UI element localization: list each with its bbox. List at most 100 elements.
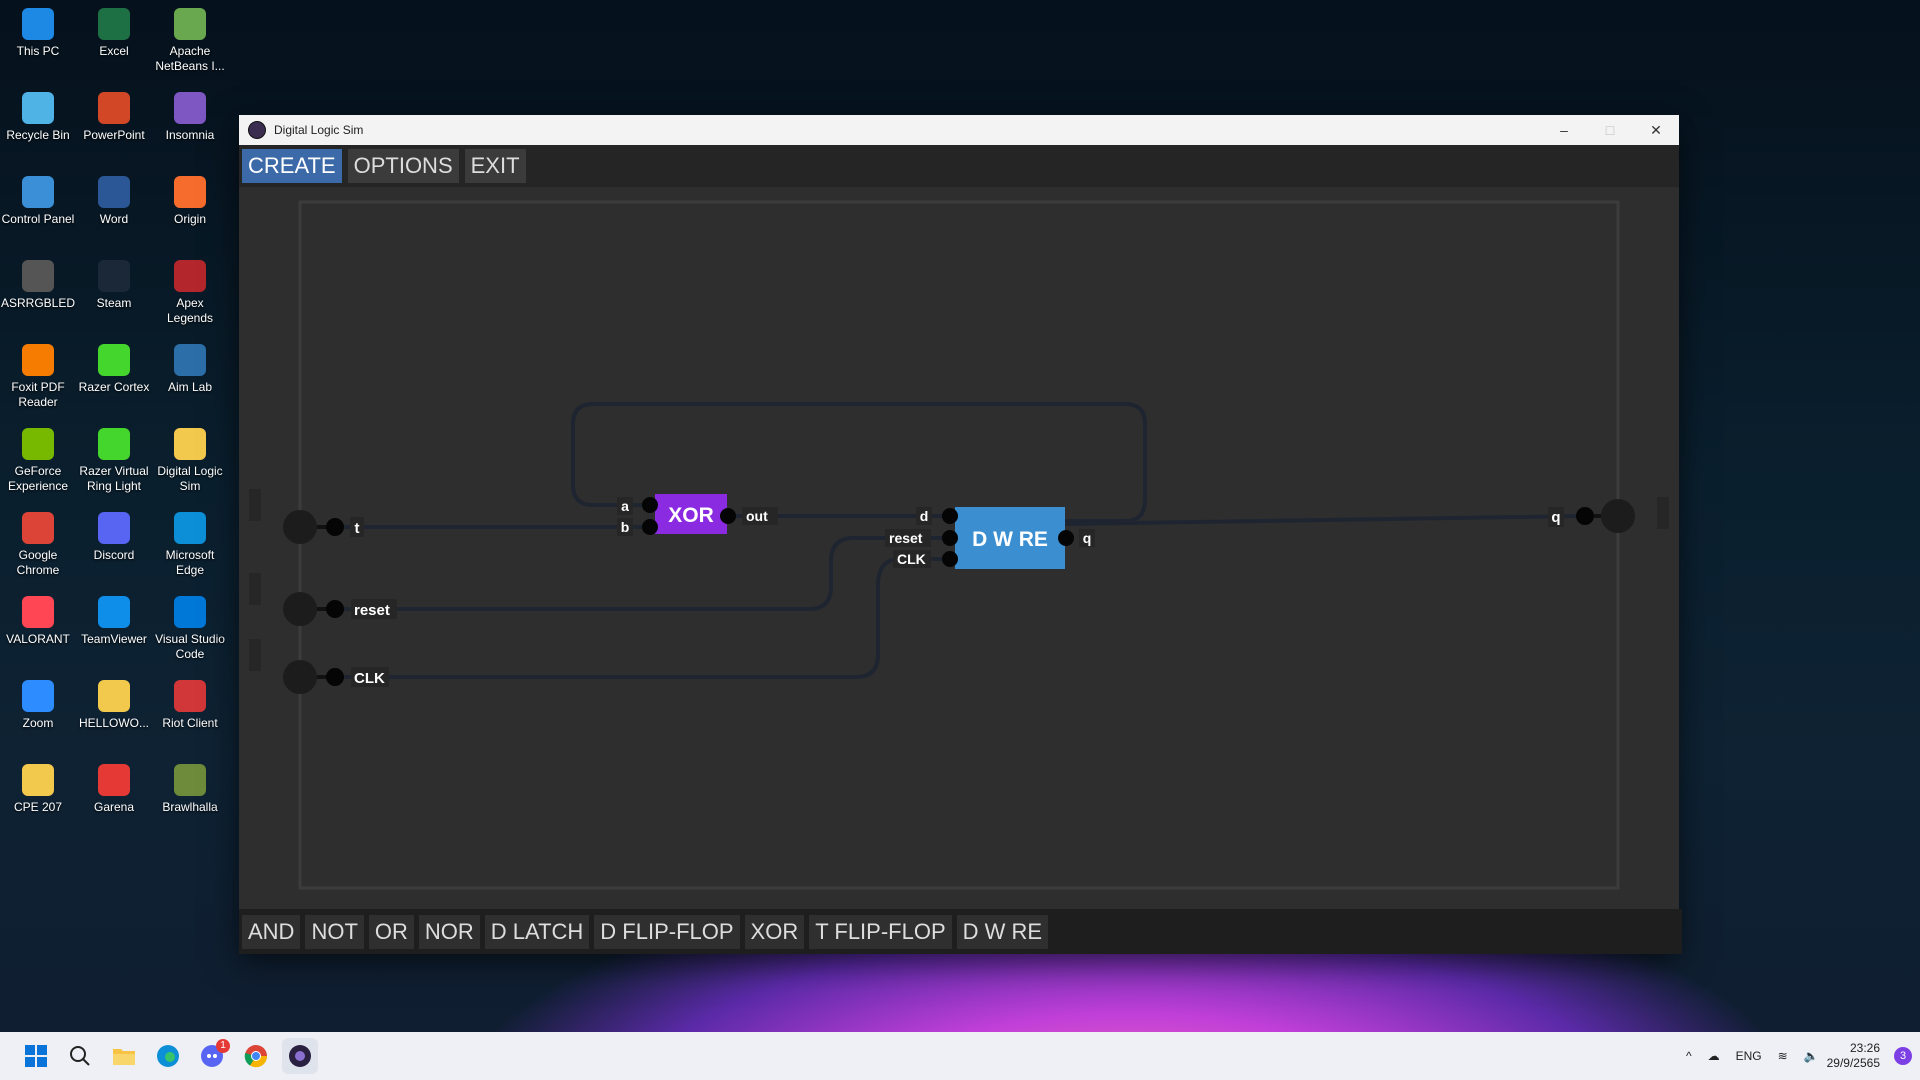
desktop-icon-valorant[interactable]: VALORANT: [0, 592, 76, 647]
create-button[interactable]: CREATE: [242, 149, 342, 183]
desktop-icon-asrrgbled[interactable]: ASRRGBLED: [0, 256, 76, 311]
desktop-icon-this-pc[interactable]: This PC: [0, 4, 76, 59]
desktop-icon-visual-studio-code[interactable]: Visual Studio Code: [152, 592, 228, 662]
app-icon: [98, 512, 130, 544]
app-icon: [22, 260, 54, 292]
close-button[interactable]: ✕: [1633, 115, 1679, 145]
desktop-icon-foxit-pdf-reader[interactable]: Foxit PDF Reader: [0, 340, 76, 410]
xor-pin-out[interactable]: [720, 508, 736, 524]
desktop-icon-control-panel[interactable]: Control Panel: [0, 172, 76, 227]
desktop-icon-label: VALORANT: [6, 632, 70, 646]
desktop-icon-discord[interactable]: Discord: [76, 508, 152, 563]
xor-pin-a[interactable]: [642, 497, 658, 513]
desktop-icon-google-chrome[interactable]: Google Chrome: [0, 508, 76, 578]
maximize-button[interactable]: □: [1587, 115, 1633, 145]
edge-button[interactable]: [150, 1038, 186, 1074]
desktop-icon-powerpoint[interactable]: PowerPoint: [76, 88, 152, 143]
search-button[interactable]: [62, 1038, 98, 1074]
desktop-icon-recycle-bin[interactable]: Recycle Bin: [0, 88, 76, 143]
notification-badge[interactable]: 3: [1894, 1047, 1912, 1065]
chip-button-not[interactable]: NOT: [305, 914, 364, 949]
output-rail-handle[interactable]: [1657, 497, 1669, 529]
desktop-icon-label: PowerPoint: [83, 128, 145, 142]
output-pin-q[interactable]: [1576, 507, 1594, 525]
input-pin-reset[interactable]: [326, 600, 344, 618]
desktop-icon-steam[interactable]: Steam: [76, 256, 152, 311]
taskbar: 1 ^ ☁ ENG ≋ 🔈 23:26 29/9/2565 3: [0, 1032, 1920, 1080]
desktop-icon-teamviewer[interactable]: TeamViewer: [76, 592, 152, 647]
desktop-icon-cpe-207[interactable]: CPE 207: [0, 760, 76, 815]
app-icon: [98, 344, 130, 376]
dwre-pin-reset[interactable]: [942, 530, 958, 546]
desktop-icon-riot-client[interactable]: Riot Client: [152, 676, 228, 731]
desktop-icon-zoom[interactable]: Zoom: [0, 676, 76, 731]
desktop-icon-origin[interactable]: Origin: [152, 172, 228, 227]
start-button[interactable]: [18, 1038, 54, 1074]
exit-button[interactable]: EXIT: [464, 149, 526, 183]
discord-button[interactable]: 1: [194, 1038, 230, 1074]
circuit-stage[interactable]: t reset CLK q XOR a b out D W RE d reset…: [239, 187, 1679, 909]
input-toggle-clk[interactable]: [283, 660, 317, 694]
desktop-icon-label: Razer Cortex: [78, 380, 150, 394]
xor-pin-b[interactable]: [642, 519, 658, 535]
desktop-icon-microsoft-edge[interactable]: Microsoft Edge: [152, 508, 228, 578]
input-clk[interactable]: CLK: [283, 660, 389, 694]
desktop-icon-brawlhalla[interactable]: Brawlhalla: [152, 760, 228, 815]
system-tray: ^ ☁ ENG ≋ 🔈 23:26 29/9/2565 3: [1678, 1032, 1920, 1080]
input-t[interactable]: t: [283, 510, 364, 544]
desktop-icon-razer-cortex[interactable]: Razer Cortex: [76, 340, 152, 395]
desktop-icon-insomnia[interactable]: Insomnia: [152, 88, 228, 143]
desktop-icon-garena[interactable]: Garena: [76, 760, 152, 815]
volume-icon[interactable]: 🔈: [1804, 1049, 1819, 1063]
app-icon: [174, 92, 206, 124]
desktop-icon-excel[interactable]: Excel: [76, 4, 152, 59]
desktop-icon-hellowo[interactable]: HELLOWO...: [76, 676, 152, 731]
chevron-up-icon[interactable]: ^: [1686, 1049, 1692, 1063]
input-pin-clk[interactable]: [326, 668, 344, 686]
dwre-pin-q[interactable]: [1058, 530, 1074, 546]
input-toggle-t[interactable]: [283, 510, 317, 544]
desktop-icon-geforce-experience[interactable]: GeForce Experience: [0, 424, 76, 494]
dwre-chip[interactable]: D W RE d reset CLK q: [885, 507, 1095, 569]
chip-button-or[interactable]: OR: [368, 914, 414, 949]
desktop-icon-apex-legends[interactable]: Apex Legends: [152, 256, 228, 326]
desktop-icon-digital-logic-sim[interactable]: Digital Logic Sim: [152, 424, 228, 494]
app-icon: [22, 428, 54, 460]
clock[interactable]: 23:26 29/9/2565: [1827, 1041, 1880, 1071]
chip-button-nor[interactable]: NOR: [418, 914, 480, 949]
wifi-icon[interactable]: ≋: [1778, 1049, 1788, 1063]
input-rail-handle[interactable]: [249, 639, 261, 671]
digital-logic-sim-taskbar-button[interactable]: [282, 1038, 318, 1074]
desktop-icon-aim-lab[interactable]: Aim Lab: [152, 340, 228, 395]
desktop-icon-word[interactable]: Word: [76, 172, 152, 227]
chip-button-d-flip-flop[interactable]: D FLIP-FLOP: [594, 914, 740, 949]
input-pin-t[interactable]: [326, 518, 344, 536]
desktop-icon-label: Digital Logic Sim: [157, 464, 223, 493]
dwre-pin-clk[interactable]: [942, 551, 958, 567]
chip-button-d-latch[interactable]: D LATCH: [484, 914, 590, 949]
onedrive-icon[interactable]: ☁: [1708, 1049, 1720, 1063]
chip-button-t-flip-flop[interactable]: T FLIP-FLOP: [809, 914, 952, 949]
input-reset[interactable]: reset: [283, 592, 397, 626]
input-rail-handle[interactable]: [249, 489, 261, 521]
options-button[interactable]: OPTIONS: [347, 149, 459, 183]
desktop-icon-razer-virtual-ring-light[interactable]: Razer Virtual Ring Light: [76, 424, 152, 494]
input-toggle-reset[interactable]: [283, 592, 317, 626]
chrome-button[interactable]: [238, 1038, 274, 1074]
output-q[interactable]: q: [1548, 499, 1635, 533]
chip-button-and[interactable]: AND: [242, 914, 301, 949]
dwre-pin-d[interactable]: [942, 508, 958, 524]
desktop-icon-apache-netbeans-i[interactable]: Apache NetBeans I...: [152, 4, 228, 74]
desktop-icon-label: CPE 207: [13, 800, 63, 814]
input-rail-handle[interactable]: [249, 573, 261, 605]
chip-button-d-w-re[interactable]: D W RE: [956, 914, 1049, 949]
file-explorer-button[interactable]: [106, 1038, 142, 1074]
chip-button-xor[interactable]: XOR: [744, 914, 805, 949]
language-indicator[interactable]: ENG: [1736, 1049, 1762, 1063]
app-icon: [174, 428, 206, 460]
search-icon: [70, 1046, 90, 1066]
xor-chip[interactable]: XOR a b out: [617, 494, 778, 536]
circuit-canvas[interactable]: t reset CLK q XOR a b out D W RE d reset…: [239, 187, 1679, 909]
title-bar[interactable]: Digital Logic Sim – □ ✕: [239, 115, 1679, 145]
minimize-button[interactable]: –: [1541, 115, 1587, 145]
